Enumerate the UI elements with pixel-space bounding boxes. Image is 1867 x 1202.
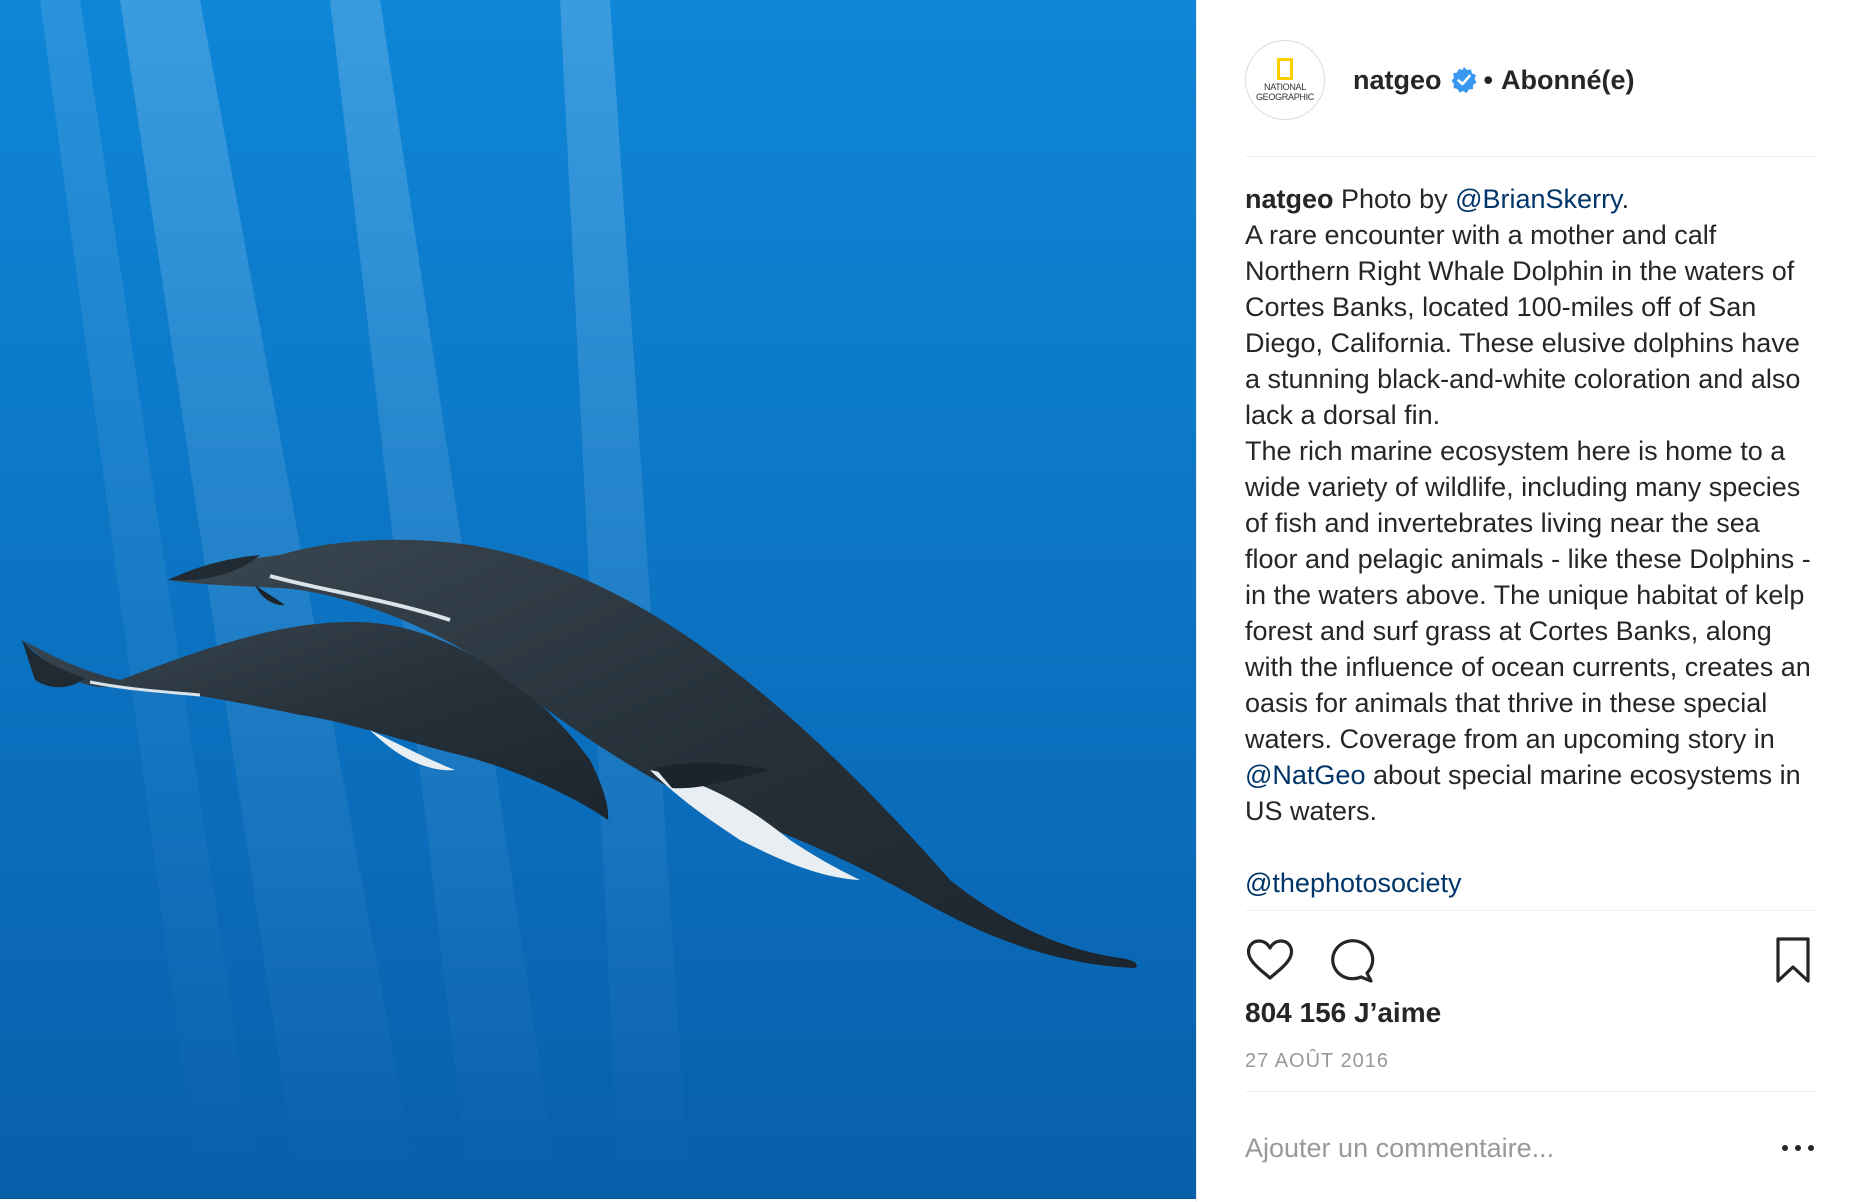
mention-brianskerry[interactable]: @BrianSkerry: [1455, 184, 1621, 214]
caption-paragraph-2: The rich marine ecosystem here is home t…: [1245, 433, 1818, 829]
avatar[interactable]: NATIONAL GEOGRAPHIC: [1245, 40, 1325, 120]
avatar-text-line1: NATIONAL: [1264, 82, 1306, 92]
header-divider: [1245, 156, 1818, 157]
more-options-icon[interactable]: [1778, 1133, 1818, 1163]
speech-bubble-icon[interactable]: [1325, 935, 1375, 985]
post-photo[interactable]: [0, 0, 1196, 1199]
bookmark-icon[interactable]: [1768, 935, 1818, 985]
dolphins-illustration: [22, 0, 1137, 1199]
verified-badge-icon: [1451, 67, 1477, 93]
post-caption: natgeo Photo by @BrianSkerry. A rare enc…: [1245, 181, 1818, 901]
caption-divider: [1245, 910, 1818, 911]
likes-count[interactable]: 804 156 J’aime: [1245, 997, 1818, 1029]
instagram-post: NATIONAL GEOGRAPHIC natgeo • Abonné(e) n…: [0, 0, 1867, 1202]
post-header: NATIONAL GEOGRAPHIC natgeo • Abonné(e): [1245, 40, 1818, 120]
caption-credit-end: .: [1621, 184, 1630, 214]
author-username[interactable]: natgeo: [1353, 65, 1442, 96]
caption-society-line: @thephotosociety: [1245, 865, 1818, 901]
mention-thephotosociety[interactable]: @thephotosociety: [1245, 868, 1462, 898]
more-dot: [1795, 1145, 1801, 1151]
post-actions: [1245, 935, 1818, 985]
natgeo-logo-icon: [1277, 58, 1293, 80]
caption-intro: Photo by: [1333, 184, 1456, 214]
caption-paragraph-2-text: The rich marine ecosystem here is home t…: [1245, 436, 1811, 754]
mention-natgeo[interactable]: @NatGeo: [1245, 760, 1365, 790]
post-date[interactable]: 27 AOÛT 2016: [1245, 1050, 1818, 1073]
heart-outline-icon[interactable]: [1245, 935, 1295, 985]
avatar-text-line2: GEOGRAPHIC: [1255, 92, 1314, 102]
caption-first-line: natgeo Photo by @BrianSkerry.: [1245, 181, 1818, 217]
more-dot: [1782, 1145, 1788, 1151]
avatar-logo-text: NATIONAL GEOGRAPHIC: [1256, 82, 1314, 102]
comment-row: [1245, 1125, 1818, 1171]
caption-paragraph-1: A rare encounter with a mother and calf …: [1245, 220, 1801, 430]
header-separator: •: [1483, 64, 1493, 95]
caption-username[interactable]: natgeo: [1245, 184, 1334, 214]
more-dot: [1808, 1145, 1814, 1151]
date-divider: [1245, 1091, 1818, 1092]
follow-status-button[interactable]: Abonné(e): [1501, 65, 1634, 96]
comment-input[interactable]: [1245, 1125, 1745, 1171]
post-side-panel: NATIONAL GEOGRAPHIC natgeo • Abonné(e) n…: [1196, 0, 1867, 1202]
